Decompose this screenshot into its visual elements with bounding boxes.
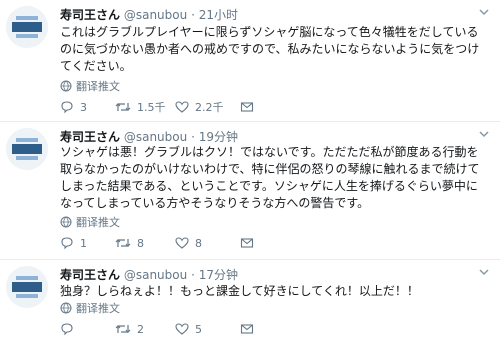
caret-down-icon[interactable] [478,128,490,140]
translate-tweet-link[interactable]: 翻译推文 [60,300,120,316]
reply-icon [61,237,73,250]
tweet-text: これはグラブルプレイヤーに限らずソシャゲ脳になって色々犠牲をだしている のに気づ… [60,25,480,73]
separator: · [191,8,195,22]
avatar[interactable] [6,266,48,308]
retweet-button[interactable]: 2 [115,322,175,336]
retweet-icon [115,325,131,333]
tweet-header: 寿司王さん @sanubou · 21小时 [60,6,238,23]
timestamp[interactable]: 21小时 [199,8,238,22]
tweet-text: ソシャゲは悪！グラブルはクソ！ではないです。ただただ私が節度ある行動を 取らなか… [60,145,480,210]
message-icon [240,324,254,334]
reply-button[interactable] [60,322,115,336]
author-name[interactable]: 寿司王さん [60,130,120,144]
like-button[interactable]: 2.2千 [175,99,240,115]
like-button[interactable]: 5 [175,322,240,336]
reply-icon [61,101,73,114]
caret-down-icon[interactable] [478,266,490,278]
reply-icon [61,323,73,336]
like-icon [175,237,189,249]
avatar[interactable] [6,6,48,48]
reply-count: 3 [80,100,87,114]
translate-tweet-link[interactable]: 翻译推文 [60,78,120,94]
tweet[interactable]: 寿司王さん @sanubou · 19分钟 ソシャゲは悪！グラブルはクソ！ではな… [0,122,500,260]
like-button[interactable]: 8 [175,236,240,250]
translate-label: 翻译推文 [76,216,120,229]
like-count: 8 [195,236,202,250]
retweet-icon [115,103,131,111]
message-icon [240,238,254,248]
translate-label: 翻译推文 [76,302,120,315]
retweet-button[interactable]: 1.5千 [115,99,175,115]
reply-button[interactable]: 1 [60,236,115,250]
like-count: 2.2千 [195,101,224,114]
globe-icon [60,302,72,314]
author-handle[interactable]: @sanubou [124,130,187,144]
retweet-count: 1.5千 [137,101,166,114]
retweet-button[interactable]: 8 [115,236,175,250]
author-handle[interactable]: @sanubou [124,268,187,282]
translate-tweet-link[interactable]: 翻译推文 [60,214,120,230]
retweet-count: 2 [137,322,144,336]
tweet[interactable]: 寿司王さん @sanubou · 21小时 これはグラブルプレイヤーに限らずソシ… [0,0,500,122]
retweet-count: 8 [137,236,144,250]
tweet-header: 寿司王さん @sanubou · 19分钟 [60,128,238,145]
tweet-actions: 3 1.5千 2.2千 [60,99,254,115]
translate-label: 翻译推文 [76,80,120,93]
avatar[interactable] [6,128,48,170]
message-button[interactable] [240,322,254,336]
message-button[interactable] [240,100,254,114]
tweet[interactable]: 寿司王さん @sanubou · 17分钟 独身？しらねぇよ！！もっと課金して好… [0,260,500,342]
author-name[interactable]: 寿司王さん [60,8,120,22]
tweet-header: 寿司王さん @sanubou · 17分钟 [60,266,238,283]
message-icon [240,102,254,112]
like-count: 5 [195,322,202,336]
timestamp[interactable]: 19分钟 [199,130,238,144]
reply-count: 1 [80,236,87,250]
tweet-actions: 1 8 8 [60,236,254,250]
globe-icon [60,80,72,92]
author-name[interactable]: 寿司王さん [60,268,120,282]
separator: · [191,268,195,282]
reply-button[interactable]: 3 [60,100,115,114]
retweet-icon [115,239,131,247]
timestamp[interactable]: 17分钟 [199,268,238,282]
globe-icon [60,216,72,228]
tweet-text: 独身？しらねぇよ！！もっと課金して好きにしてくれ！以上だ！！ [60,284,419,298]
like-icon [175,323,189,335]
tweet-actions: 2 5 [60,322,254,336]
separator: · [191,130,195,144]
author-handle[interactable]: @sanubou [124,8,187,22]
like-icon [175,101,189,113]
caret-down-icon[interactable] [478,6,490,18]
message-button[interactable] [240,236,254,250]
